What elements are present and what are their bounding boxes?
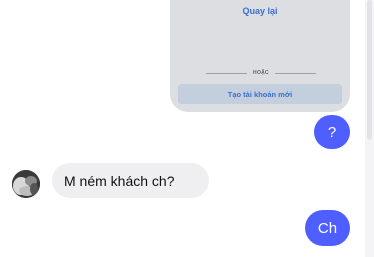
back-link: Quay lại [242,6,278,16]
chat-view: Quay lại HOẶC Tạo tài khoản mới ? M ném … [0,0,374,257]
avatar[interactable] [12,170,40,198]
divider-line-left [206,72,248,74]
or-divider: HOẶC [206,68,317,78]
scrollbar-thumb[interactable] [367,0,372,140]
avatar-photo-icon [12,170,40,198]
divider-line-right [274,72,317,74]
outgoing-message-bubble[interactable]: Ch [305,210,350,246]
shared-screenshot-card[interactable]: Quay lại HOẶC Tạo tài khoản mới [170,0,350,112]
outgoing-message-bubble[interactable]: ? [314,115,350,149]
divider-text: HOẶC [253,70,269,76]
incoming-message-bubble[interactable]: M ném khách ch? [52,163,209,198]
create-account-button: Tạo tài khoản mới [178,84,342,104]
